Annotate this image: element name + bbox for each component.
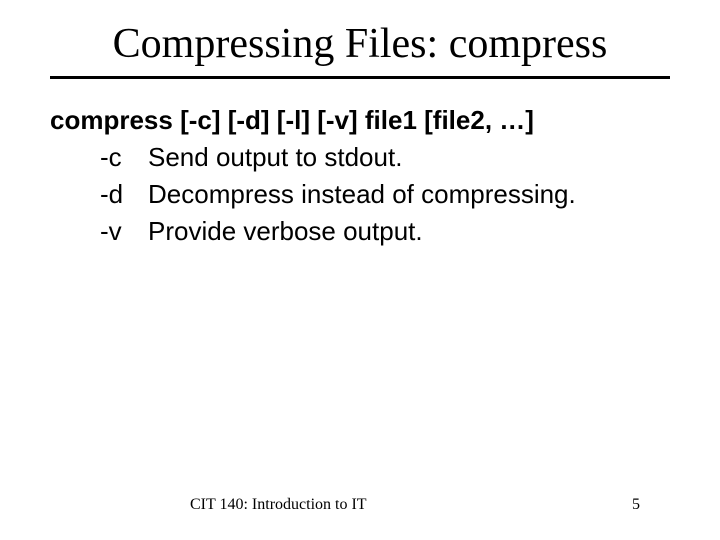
slide-title: Compressing Files: compress — [50, 20, 670, 68]
option-desc: Provide verbose output. — [148, 214, 423, 249]
option-row: -v Provide verbose output. — [100, 214, 670, 249]
options-list: -c Send output to stdout. -d Decompress … — [100, 140, 670, 249]
command-syntax: compress [-c] [-d] [-l] [-v] file1 [file… — [50, 103, 670, 138]
option-desc: Send output to stdout. — [148, 140, 402, 175]
option-flag: -d — [100, 177, 134, 212]
option-row: -c Send output to stdout. — [100, 140, 670, 175]
option-flag: -v — [100, 214, 134, 249]
footer-page-number: 5 — [632, 496, 640, 514]
title-divider — [50, 76, 670, 79]
footer: CIT 140: Introduction to IT 5 — [50, 496, 670, 514]
option-row: -d Decompress instead of compressing. — [100, 177, 670, 212]
slide-body: compress [-c] [-d] [-l] [-v] file1 [file… — [50, 103, 670, 249]
option-flag: -c — [100, 140, 134, 175]
slide: Compressing Files: compress compress [-c… — [0, 0, 720, 540]
option-desc: Decompress instead of compressing. — [148, 177, 576, 212]
footer-course: CIT 140: Introduction to IT — [190, 496, 367, 514]
